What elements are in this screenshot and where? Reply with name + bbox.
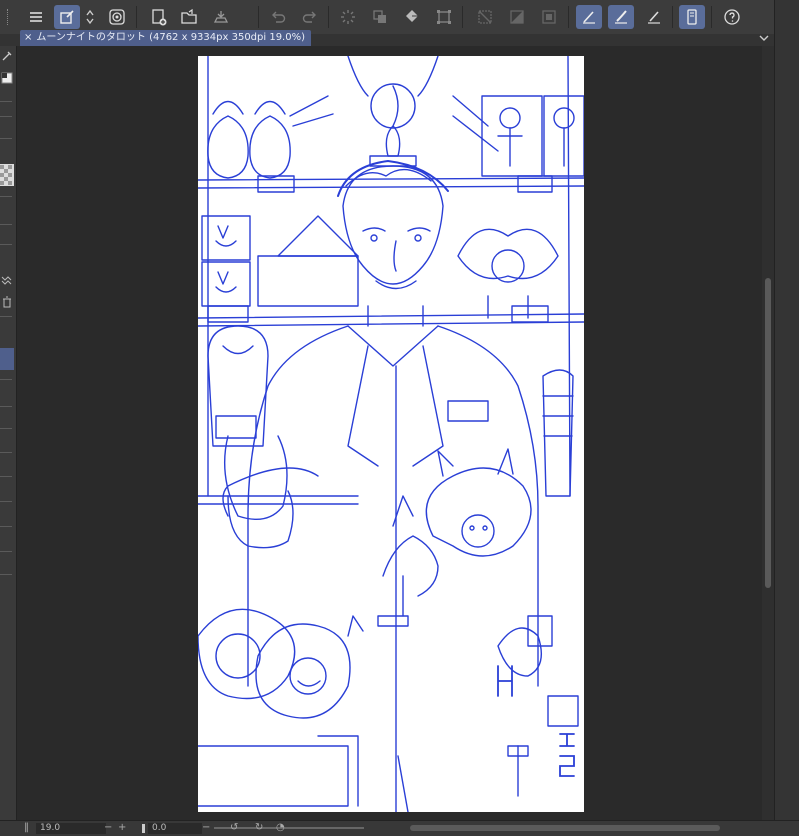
help-icon[interactable] [719, 5, 745, 29]
layer-property-icon[interactable] [54, 5, 80, 29]
drawing-canvas[interactable] [198, 56, 584, 812]
brush-tool-icon[interactable] [608, 5, 634, 29]
document-tab[interactable]: × ムーンナイトのタロット (4762 x 9334px 350dpi 19.0… [20, 30, 311, 46]
horizontal-scroll-thumb[interactable] [410, 825, 720, 831]
pen-tool-icon[interactable] [576, 5, 602, 29]
zoom-out-button[interactable]: − [104, 821, 112, 835]
document-tab-title: ムーンナイトのタロット (4762 x 9334px 350dpi 19.0%) [36, 32, 305, 43]
rotation-field[interactable]: 0.0 [148, 823, 202, 834]
transform-icon[interactable] [431, 5, 457, 29]
rotate-cw-icon[interactable]: ↻ [255, 821, 263, 835]
fill-icon[interactable] [399, 5, 425, 29]
spiral-icon[interactable] [104, 5, 130, 29]
toolbar-grip[interactable] [7, 9, 11, 25]
copy-icon[interactable] [367, 5, 393, 29]
zoom-slider-knob[interactable] [142, 824, 145, 833]
wave-icon[interactable] [0, 271, 14, 287]
new-icon[interactable] [146, 5, 172, 29]
vertical-scrollbar[interactable] [762, 46, 774, 820]
menu-icon[interactable] [23, 5, 49, 29]
zoom-in-button[interactable]: + [118, 821, 126, 835]
trash-icon[interactable] [0, 294, 14, 310]
left-palette-strip [0, 46, 17, 820]
rotate-ccw-icon[interactable]: ↺ [230, 821, 238, 835]
redo-icon[interactable] [297, 5, 323, 29]
rotate-left-button[interactable]: − [202, 821, 210, 835]
open-icon[interactable] [176, 5, 202, 29]
color-swatch-icon[interactable] [0, 70, 14, 86]
save-icon[interactable] [208, 5, 234, 29]
close-tab-icon[interactable]: × [24, 30, 32, 46]
selection-icon[interactable] [536, 5, 562, 29]
reset-rotation-icon[interactable]: ◔ [276, 821, 285, 835]
selected-layer-indicator[interactable] [0, 348, 14, 370]
clear-outside-icon[interactable] [472, 5, 498, 29]
loading-icon[interactable] [335, 5, 361, 29]
device-icon[interactable] [679, 5, 705, 29]
eyedropper-icon[interactable] [0, 48, 14, 64]
eraser-tool-icon[interactable] [641, 5, 667, 29]
status-bar: ‖ 19.0 − + 0.0 − ↺ ↻ ◔ [0, 820, 799, 836]
zoom-field[interactable]: 19.0 [36, 823, 106, 834]
zoom-out-grip-icon[interactable]: ‖ [24, 821, 29, 835]
right-panel-strip [774, 0, 799, 820]
sketch-artwork [198, 56, 584, 812]
tab-menu-chevron-icon[interactable] [757, 31, 771, 45]
undo-icon[interactable] [265, 5, 291, 29]
up-down-icon[interactable] [82, 5, 98, 29]
transparent-color-icon[interactable] [0, 164, 14, 186]
invert-icon[interactable] [504, 5, 530, 29]
vertical-scroll-thumb[interactable] [765, 278, 771, 588]
